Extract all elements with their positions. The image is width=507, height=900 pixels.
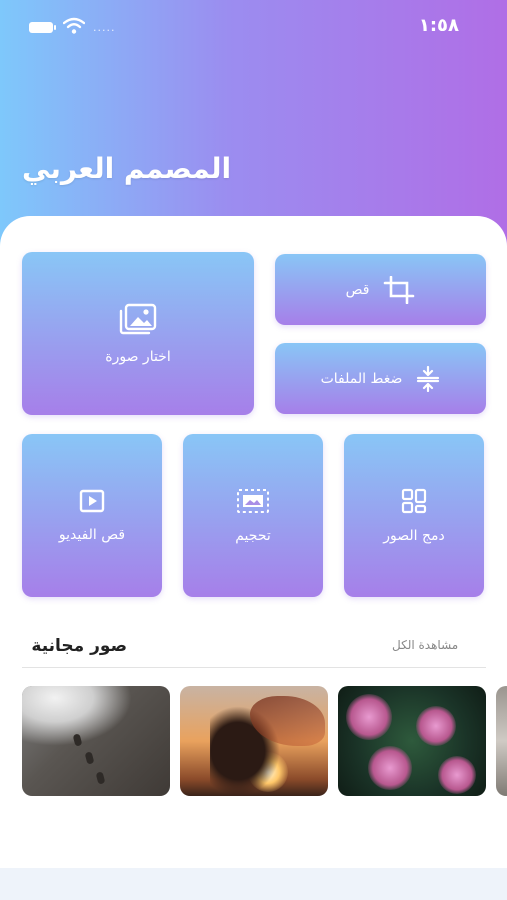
crop-label: قص — [345, 281, 370, 298]
crop-button[interactable]: قص — [275, 254, 486, 325]
compress-icon — [416, 365, 440, 392]
status-bar: ..... ١:٥٨ — [0, 0, 507, 56]
free-photos-title: صور مجانية — [31, 636, 127, 656]
pick-image-label: اختار صورة — [105, 348, 171, 365]
bottom-bar — [0, 868, 507, 900]
battery-icon — [29, 22, 56, 33]
compress-label: ضغط الملفات — [320, 370, 403, 387]
section-divider — [22, 667, 486, 668]
free-photo-thumbnail[interactable] — [180, 686, 328, 796]
resize-icon — [236, 488, 270, 514]
status-time: ١:٥٨ — [418, 15, 459, 36]
wifi-icon — [63, 17, 85, 34]
crop-icon — [383, 275, 415, 304]
merge-images-button[interactable]: دمج الصور — [344, 434, 484, 597]
carrier-signal: ..... — [93, 21, 116, 34]
resize-label: تحجيم — [235, 527, 271, 544]
compress-files-button[interactable]: ضغط الملفات — [275, 343, 486, 414]
resize-button[interactable]: تحجيم — [183, 434, 323, 597]
app-title: المصمم العربي — [22, 152, 232, 185]
grid-merge-icon — [401, 488, 427, 514]
free-photo-thumbnail[interactable] — [22, 686, 170, 796]
video-crop-button[interactable]: قص الفيديو — [22, 434, 162, 597]
video-crop-label: قص الفيديو — [58, 526, 126, 543]
see-all-link[interactable]: مشاهدة الكل — [392, 638, 458, 652]
free-photo-thumbnail[interactable] — [338, 686, 486, 796]
free-photo-thumbnail[interactable] — [496, 686, 507, 796]
image-gallery-icon — [119, 303, 157, 335]
pick-image-button[interactable]: اختار صورة — [22, 252, 254, 415]
merge-images-label: دمج الصور — [383, 527, 445, 544]
video-play-icon — [79, 489, 105, 513]
